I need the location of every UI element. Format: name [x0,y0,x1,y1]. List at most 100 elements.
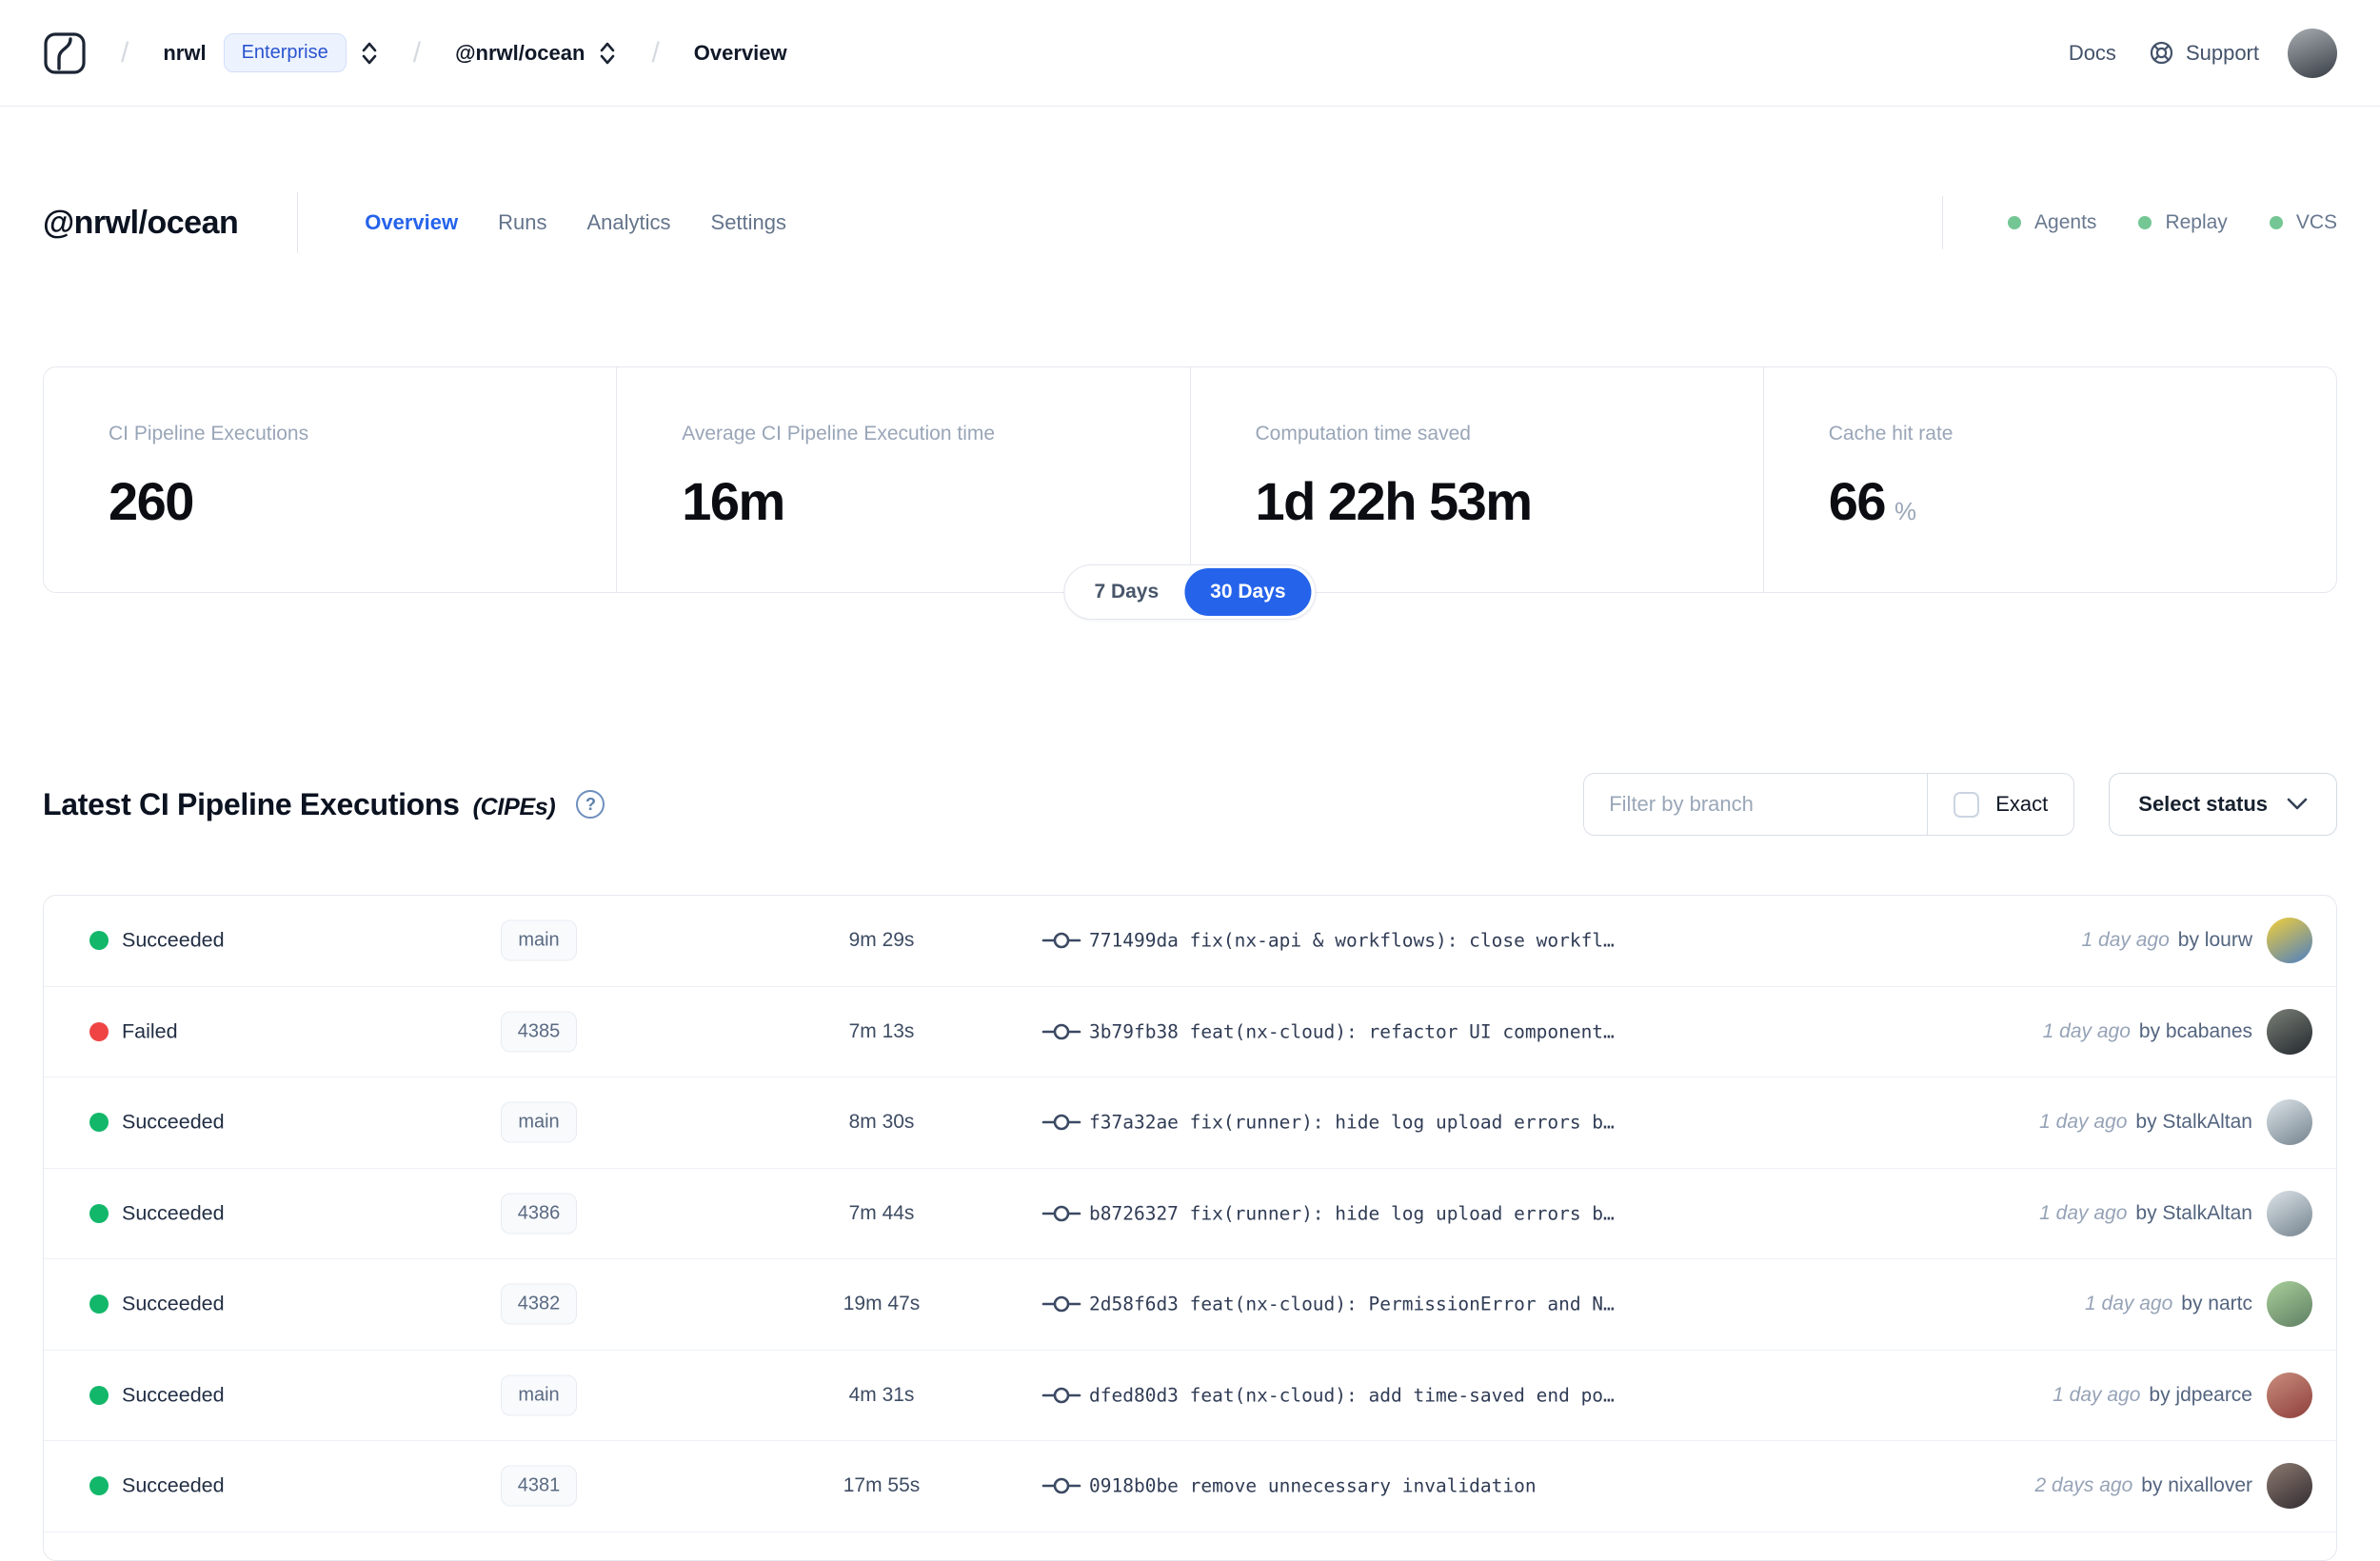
git-commit-icon [1041,928,1081,953]
commit-message: feat(nx-cloud): refactor UI component… [1189,1020,1615,1043]
vcs-status-dot-icon [2269,216,2283,229]
author: by nixallover [2141,1474,2252,1497]
commit-hash: 771499da [1089,929,1179,952]
stat-value: 1d 22h 53m [1255,471,1534,531]
breadcrumb-separator: / [121,36,129,69]
commit-hash: f37a32ae [1089,1111,1179,1134]
git-commit-icon [1041,1383,1081,1408]
table-row[interactable]: Succeeded 4382 19m 47s 2d58f6d3 feat(nx-… [44,1259,2336,1351]
stat-cache-hit-rate: Cache hit rate 66% [1762,367,2336,592]
support-link[interactable]: Support [2186,41,2259,66]
breadcrumb-org[interactable]: nrwl [163,41,206,66]
commit-meta: 1 day ago by jdpearce [2053,1384,2252,1407]
breadcrumb-workspace[interactable]: @nrwl/ocean [455,41,585,66]
avatar [2267,1372,2312,1418]
status-label: Succeeded [122,1201,225,1225]
docs-link[interactable]: Docs [2069,41,2116,66]
commit-hash: dfed80d3 [1089,1384,1179,1407]
avatar [2267,1281,2312,1328]
git-commit-icon [1041,1292,1081,1316]
table-row[interactable]: Failed 4385 7m 13s 3b79fb38 feat(nx-clou… [44,987,2336,1077]
branch-badge: main [501,919,577,961]
agents-status-dot-icon [2008,216,2022,229]
stat-ci-pipeline-executions: CI Pipeline Executions 260 [44,367,616,592]
status-label: Failed [122,1019,178,1043]
status-label: Succeeded [122,1110,225,1134]
top-bar: / nrwl Enterprise / @nrwl/ocean / Overvi… [0,0,2380,107]
cipe-title: Latest CI Pipeline Executions (CIPEs) [43,786,556,821]
branch-filter-group: Exact [1583,773,2075,836]
git-commit-icon [1041,1019,1081,1044]
tab-runs[interactable]: Runs [498,210,546,235]
workspace-tabs: Overview Runs Analytics Settings [365,210,786,235]
time-ago: 1 day ago [2042,1019,2131,1042]
select-status-dropdown[interactable]: Select status [2109,773,2337,836]
avatar [2267,1463,2312,1510]
status-label: Succeeded [122,1383,225,1407]
commit-message: feat(nx-cloud): add time-saved end po… [1189,1384,1615,1407]
time-ago: 1 day ago [2053,1383,2141,1406]
table-row[interactable]: Succeeded main 8m 30s f37a32ae fix(runne… [44,1077,2336,1169]
nx-cloud-logo-icon[interactable] [43,31,87,75]
chevron-down-icon [2287,798,2308,810]
status-dot-icon [89,1476,109,1496]
git-commit-icon [1041,1473,1081,1498]
workspace-switcher-chevrons-icon[interactable] [598,39,617,68]
indicator-replay: Replay [2138,211,2228,234]
table-row[interactable]: Succeeded main 4m 31s dfed80d3 feat(nx-c… [44,1351,2336,1441]
tab-overview[interactable]: Overview [365,210,458,235]
duration: 7m 44s [848,1201,915,1224]
branch-badge: 4386 [500,1193,578,1235]
exact-checkbox[interactable] [1954,791,1980,818]
exact-match-toggle[interactable]: Exact [1928,774,2073,835]
life-buoy-icon [2149,40,2174,66]
commit-meta: 1 day ago by lourw [2082,929,2252,952]
duration: 8m 30s [848,1111,915,1134]
commit-hash: 0918b0be [1089,1474,1179,1497]
stat-computation-time-saved: Computation time saved 1d 22h 53m [1189,367,1763,592]
author: by StalkAltan [2135,1111,2252,1134]
workspace-header: @nrwl/ocean Overview Runs Analytics Sett… [0,190,2380,255]
commit-hash: b8726327 [1089,1202,1179,1225]
author: by bcabanes [2138,1019,2252,1042]
status-dot-icon [89,1294,109,1314]
author: by jdpearce [2149,1383,2252,1406]
duration: 17m 55s [843,1474,921,1497]
range-7-days-button[interactable]: 7 Days [1068,568,1184,616]
commit-message: fix(runner): hide log upload errors b… [1189,1111,1615,1134]
org-switcher-chevrons-icon[interactable] [360,39,379,68]
branch-badge: 4381 [500,1465,578,1507]
branch-badge: main [501,1101,577,1143]
stat-value: 16m [682,471,785,531]
commit-meta: 1 day ago by StalkAltan [2039,1111,2252,1134]
tab-analytics[interactable]: Analytics [586,210,670,235]
tab-settings[interactable]: Settings [711,210,787,235]
author: by lourw [2177,929,2252,952]
commit-hash: 3b79fb38 [1089,1020,1179,1043]
branch-filter-input[interactable] [1584,774,1928,835]
git-commit-icon [1041,1110,1081,1135]
duration: 9m 29s [848,929,915,952]
commit-text: 3b79fb38 feat(nx-cloud): refactor UI com… [1089,1020,1615,1042]
range-30-days-button[interactable]: 30 Days [1184,568,1312,616]
commit-text: b8726327 fix(runner): hide log upload er… [1089,1202,1615,1224]
enterprise-badge: Enterprise [223,33,347,72]
help-icon[interactable]: ? [576,790,605,819]
stats-section: CI Pipeline Executions 260 Average CI Pi… [43,366,2337,620]
commit-meta: 1 day ago by nartc [2085,1293,2252,1315]
status-dot-icon [89,1113,109,1133]
commit-meta: 2 days ago by nixallover [2035,1474,2252,1497]
table-row[interactable]: Succeeded main 9m 29s 771499da fix(nx-ap… [44,896,2336,987]
commit-message: feat(nx-cloud): PermissionError and N… [1189,1293,1615,1315]
table-row[interactable]: Succeeded 4386 7m 44s b8726327 fix(runne… [44,1169,2336,1259]
commit-message: fix(nx-api & workflows): close workfl… [1189,929,1615,952]
time-ago: 1 day ago [2081,929,2170,952]
breadcrumb-separator: / [412,36,422,69]
author: by nartc [2181,1293,2252,1315]
avatar [2267,918,2312,964]
branch-badge: main [501,1374,577,1416]
table-row[interactable]: Succeeded 4381 17m 55s 0918b0be remove u… [44,1441,2336,1532]
service-indicators: Agents Replay VCS [1942,196,2337,249]
user-avatar[interactable] [2288,28,2337,78]
avatar [2267,1190,2312,1236]
